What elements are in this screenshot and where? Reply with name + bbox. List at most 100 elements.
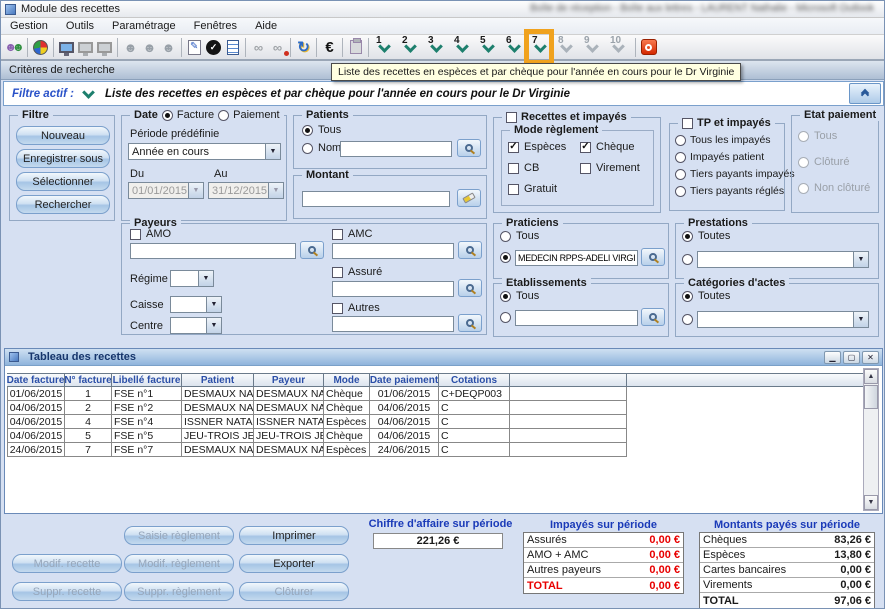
- nouveau-button[interactable]: Nouveau: [16, 126, 110, 145]
- especes-checkbox[interactable]: [508, 142, 519, 153]
- praticien-search-button[interactable]: [641, 248, 665, 266]
- autres-checkbox[interactable]: [332, 303, 343, 314]
- table-row[interactable]: 04/06/2015 4 FSE n°4 ISSNER NATACHA ISSN…: [7, 415, 627, 429]
- amo-checkbox[interactable]: [130, 229, 141, 240]
- praticien-input[interactable]: [515, 250, 638, 266]
- chevron-down-icon[interactable]: ▼: [853, 252, 868, 267]
- praticiens-tous-radio[interactable]: [500, 231, 511, 242]
- scrollbar-thumb[interactable]: [864, 385, 878, 409]
- patient-name-input[interactable]: [340, 141, 452, 157]
- collapse-panel-button[interactable]: [849, 83, 881, 104]
- filter-3-icon[interactable]: 3: [424, 36, 450, 58]
- filter-7-icon[interactable]: 7: [528, 36, 554, 58]
- edit-form-icon[interactable]: [185, 37, 204, 57]
- menu-fenetres[interactable]: Fenêtres: [185, 19, 246, 33]
- chevron-down-icon[interactable]: ▼: [198, 271, 213, 286]
- refresh-icon[interactable]: ↻: [294, 37, 313, 57]
- validate-icon[interactable]: ✓: [204, 37, 223, 57]
- column-header[interactable]: Mode: [324, 374, 370, 386]
- scroll-up-icon[interactable]: ▲: [864, 369, 878, 384]
- amc-input[interactable]: [332, 243, 454, 259]
- amo-input[interactable]: [130, 243, 296, 259]
- prestations-toutes-radio[interactable]: [682, 231, 693, 242]
- etablissements-tous-radio[interactable]: [500, 291, 511, 302]
- caisse-select[interactable]: ▼: [170, 296, 222, 313]
- assure-checkbox[interactable]: [332, 267, 343, 278]
- column-header[interactable]: Date paiement: [370, 374, 439, 386]
- autres-input[interactable]: [332, 316, 454, 332]
- pie-chart-icon[interactable]: [31, 37, 50, 57]
- menu-parametrage[interactable]: Paramétrage: [103, 19, 185, 33]
- chevron-down-icon[interactable]: ▼: [853, 312, 868, 327]
- centre-select[interactable]: ▼: [170, 317, 222, 334]
- filter-4-icon[interactable]: 4: [450, 36, 476, 58]
- cheque-checkbox[interactable]: [580, 142, 591, 153]
- table-row[interactable]: 01/06/2015 1 FSE n°1 DESMAUX NATHAL DESM…: [7, 387, 627, 401]
- prestations-select[interactable]: ▼: [697, 251, 869, 268]
- cb-checkbox[interactable]: [508, 163, 519, 174]
- patients-nom-radio[interactable]: [302, 143, 313, 154]
- rechercher-button[interactable]: Rechercher: [16, 195, 110, 214]
- categories-select[interactable]: ▼: [697, 311, 869, 328]
- categories-toutes-radio[interactable]: [682, 291, 693, 302]
- column-header[interactable]: Date facture: [7, 374, 65, 386]
- table-row[interactable]: 24/06/2015 7 FSE n°7 DESMAUX NATHAL DESM…: [7, 443, 627, 457]
- assure-search-button[interactable]: [458, 279, 482, 297]
- amc-search-button[interactable]: [458, 241, 482, 259]
- filter-2-icon[interactable]: 2: [398, 36, 424, 58]
- impayes-patient-radio[interactable]: [675, 152, 686, 163]
- column-header[interactable]: Libellé facture: [112, 374, 182, 386]
- document-icon[interactable]: [223, 37, 242, 57]
- vertical-scrollbar[interactable]: ▲ ▼: [863, 368, 879, 511]
- categories-select-radio[interactable]: [682, 314, 693, 325]
- virement-checkbox[interactable]: [580, 163, 591, 174]
- patients-tous-radio[interactable]: [302, 125, 313, 136]
- column-header[interactable]: Cotations: [439, 374, 510, 386]
- montant-clear-button[interactable]: [457, 189, 481, 207]
- column-header[interactable]: Payeur: [254, 374, 324, 386]
- exporter-button[interactable]: Exporter: [239, 554, 349, 573]
- gratuit-checkbox[interactable]: [508, 184, 519, 195]
- recettes-impayes-checkbox[interactable]: [506, 112, 517, 123]
- scroll-down-icon[interactable]: ▼: [864, 495, 878, 510]
- amo-search-button[interactable]: [300, 241, 324, 259]
- paiement-radio[interactable]: [218, 110, 229, 121]
- selectionner-button[interactable]: Sélectionner: [16, 172, 110, 191]
- regime-select[interactable]: ▼: [170, 270, 214, 287]
- menu-gestion[interactable]: Gestion: [1, 19, 57, 33]
- etablissement-search-button[interactable]: [641, 308, 665, 326]
- close-module-icon[interactable]: [639, 37, 658, 57]
- menu-aide[interactable]: Aide: [246, 19, 286, 33]
- tous-impayes-radio[interactable]: [675, 135, 686, 146]
- montant-input[interactable]: [302, 191, 450, 207]
- menu-outils[interactable]: Outils: [57, 19, 103, 33]
- autres-search-button[interactable]: [458, 314, 482, 332]
- prestations-select-radio[interactable]: [682, 254, 693, 265]
- tp-impayes-checkbox[interactable]: [682, 118, 693, 129]
- close-icon[interactable]: ✕: [862, 351, 879, 364]
- assure-input[interactable]: [332, 281, 454, 297]
- praticien-selected-radio[interactable]: [500, 252, 511, 263]
- chevron-down-icon[interactable]: ▼: [265, 144, 280, 159]
- monitor-icon[interactable]: [57, 37, 76, 57]
- filter-5-icon[interactable]: 5: [476, 36, 502, 58]
- column-header[interactable]: N° facture: [65, 374, 112, 386]
- euro-icon[interactable]: €: [320, 37, 339, 57]
- chevron-down-icon[interactable]: ▼: [206, 318, 221, 333]
- amc-checkbox[interactable]: [332, 229, 343, 240]
- periode-predefinie-select[interactable]: Année en cours ▼: [128, 143, 281, 160]
- tiers-payants-regles-radio[interactable]: [675, 186, 686, 197]
- enregistrer-sous-button[interactable]: Enregistrer sous: [16, 149, 110, 168]
- chevron-down-icon[interactable]: ▼: [206, 297, 221, 312]
- patient-search-button[interactable]: [457, 139, 481, 157]
- table-row[interactable]: 04/06/2015 2 FSE n°2 DESMAUX NATHAL DESM…: [7, 401, 627, 415]
- patients-icon[interactable]: ☻☻: [5, 37, 24, 57]
- table-row[interactable]: 04/06/2015 5 FSE n°5 JEU-TROIS JEAN-L JE…: [7, 429, 627, 443]
- etablissement-select-radio[interactable]: [500, 312, 511, 323]
- facture-radio[interactable]: [162, 110, 173, 121]
- column-header[interactable]: Patient: [182, 374, 254, 386]
- filter-1-icon[interactable]: 1: [372, 36, 398, 58]
- etablissement-input[interactable]: [515, 310, 638, 326]
- tiers-payants-impayes-radio[interactable]: [675, 169, 686, 180]
- minimize-icon[interactable]: ▁: [824, 351, 841, 364]
